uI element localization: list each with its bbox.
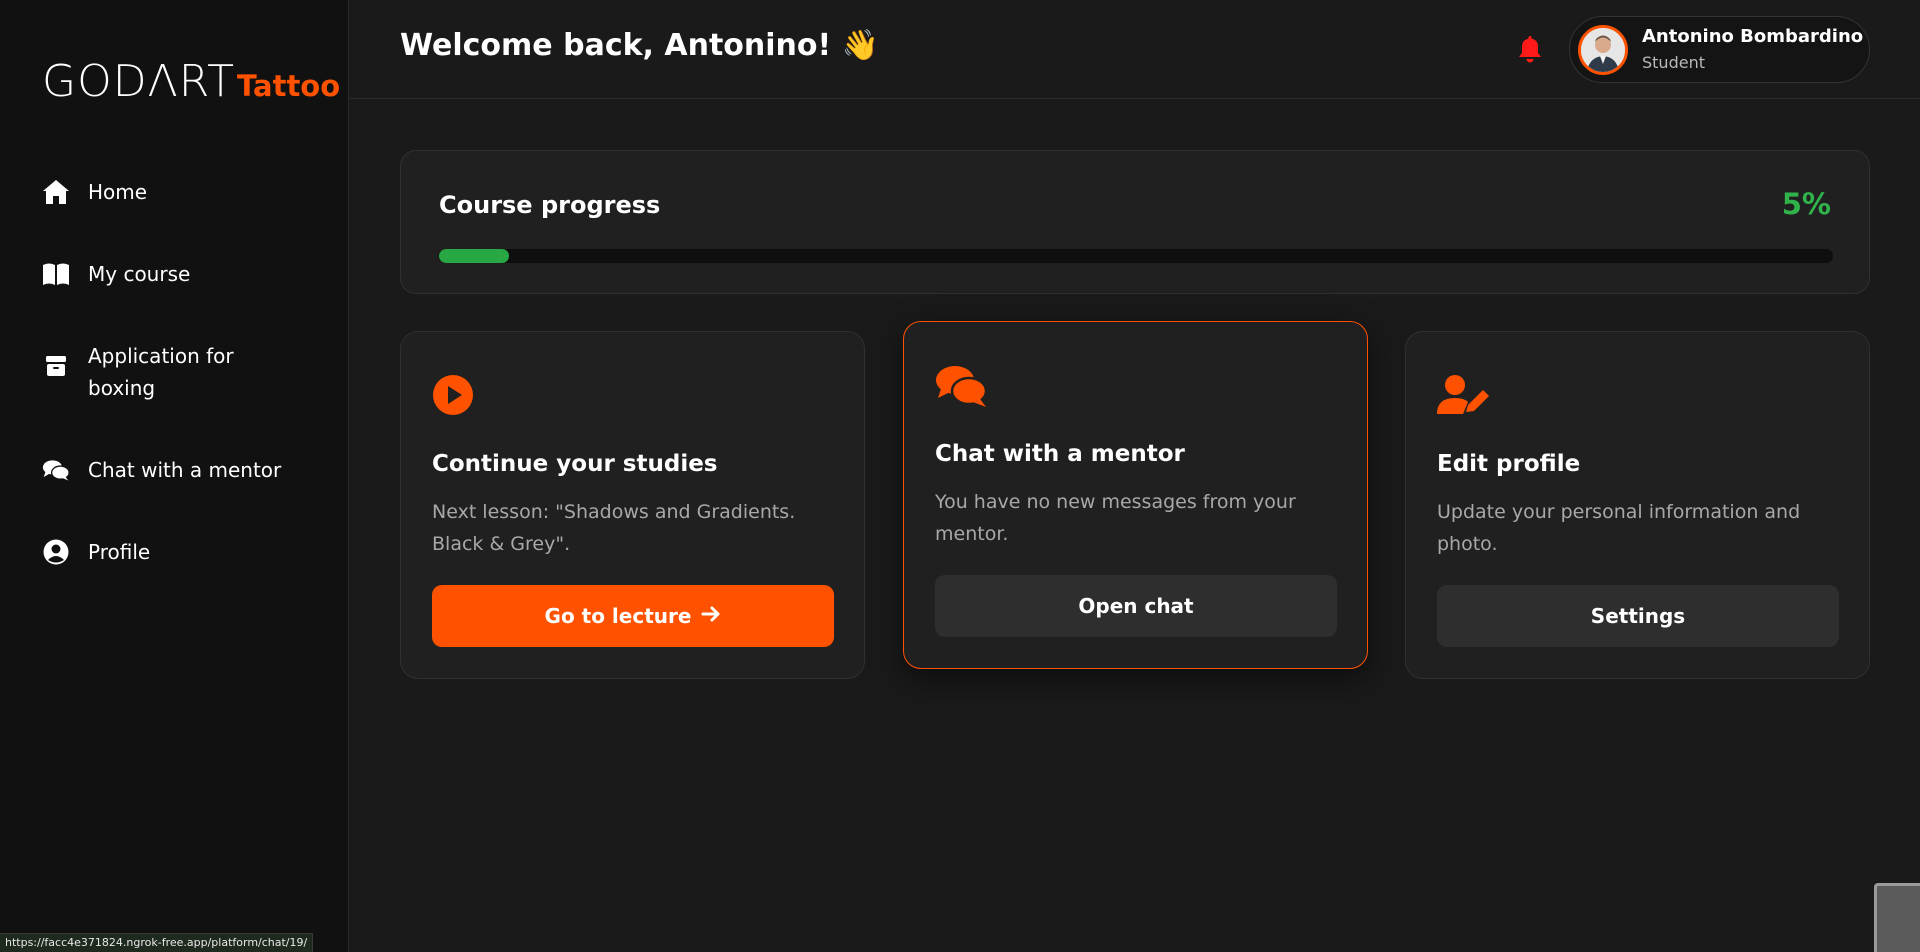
box-icon [42, 352, 70, 380]
card-title: Continue your studies [432, 451, 718, 477]
logo-main-text: GODΛRT [42, 56, 235, 107]
user-name: Antonino Bombardino [1642, 26, 1864, 47]
sidebar: GODΛRT Tattoo Home My course Application… [0, 0, 349, 952]
card-description: Update your personal information and pho… [1437, 501, 1801, 555]
button-label: Go to lecture [544, 604, 692, 628]
user-menu[interactable]: Antonino Bombardino Student [1569, 16, 1870, 83]
play-circle-icon [432, 374, 476, 418]
brand-logo[interactable]: GODΛRT Tattoo [42, 56, 340, 107]
progress-title: Course progress [439, 191, 661, 219]
chat-bubbles-icon [42, 456, 70, 484]
sidebar-item-home[interactable]: Home [42, 176, 312, 208]
user-role: Student [1642, 53, 1705, 72]
browser-status-url: https://facc4e371824.ngrok-free.app/plat… [0, 933, 314, 952]
home-icon [42, 178, 70, 206]
card-description: You have no new messages from your mento… [935, 491, 1296, 545]
book-open-icon [42, 260, 70, 288]
comments-icon [935, 364, 989, 408]
page-title: Welcome back, Antonino! 👋 [400, 28, 880, 63]
card-title: Chat with a mentor [935, 441, 1185, 467]
sidebar-item-my-course[interactable]: My course [42, 258, 312, 290]
arrow-right-icon [701, 604, 721, 629]
sidebar-item-label: Application for boxing [88, 344, 234, 400]
sidebar-item-label: Chat with a mentor [88, 458, 282, 482]
chat-mentor-card[interactable]: Chat with a mentor You have no new messa… [903, 321, 1368, 669]
settings-button[interactable]: Settings [1437, 585, 1839, 647]
open-chat-button[interactable]: Open chat [935, 575, 1337, 637]
sidebar-item-chat-with-mentor[interactable]: Chat with a mentor [42, 454, 312, 486]
top-header: Welcome back, Antonino! 👋 Antonino Bomba… [350, 0, 1920, 99]
logo-sub-text: Tattoo [236, 69, 341, 103]
user-edit-icon [1437, 374, 1491, 418]
sidebar-item-label: Profile [88, 540, 151, 564]
bell-icon[interactable] [1516, 34, 1544, 64]
continue-studies-card: Continue your studies Next lesson: "Shad… [400, 331, 865, 679]
edit-profile-card: Edit profile Update your personal inform… [1405, 331, 1870, 679]
floating-widget[interactable] [1874, 883, 1920, 952]
avatar [1578, 25, 1628, 75]
go-to-lecture-button[interactable]: Go to lecture [432, 585, 834, 647]
progress-bar-fill [439, 249, 509, 263]
card-title: Edit profile [1437, 451, 1581, 477]
sidebar-item-profile[interactable]: Profile [42, 536, 312, 568]
button-label: Open chat [1078, 594, 1194, 618]
sidebar-item-label: My course [88, 262, 191, 286]
progress-bar [439, 249, 1833, 263]
card-description: Next lesson: "Shadows and Gradients. Bla… [432, 501, 796, 555]
button-label: Settings [1590, 604, 1686, 628]
user-circle-icon [42, 538, 70, 566]
course-progress-card: Course progress 5% [400, 150, 1870, 294]
app-root: GODΛRT Tattoo Home My course Application… [0, 0, 1920, 952]
progress-percent: 5% [1781, 187, 1831, 221]
sidebar-item-label: Home [88, 180, 148, 204]
sidebar-item-application-for-boxing[interactable]: Application for boxing [42, 340, 312, 404]
